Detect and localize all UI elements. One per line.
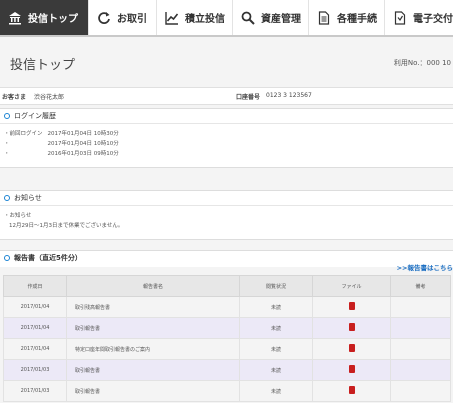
note-cell	[390, 380, 451, 402]
table-row: 2017/01/04 特定口座年間取引報告書のご案内 未読	[3, 338, 451, 360]
circle-bullet-icon	[4, 113, 10, 119]
status-cell: 未読	[239, 338, 313, 360]
column-header: ファイル	[312, 275, 391, 297]
customer-name-value: 渋谷花太郎	[34, 94, 65, 101]
tab-shisan[interactable]: 資産管理	[233, 0, 309, 35]
tab-torihiki[interactable]: お取引	[89, 0, 157, 35]
date-cell: 2017/01/03	[3, 380, 67, 402]
notice-heading: お知らせ	[14, 194, 42, 202]
reports-table: 作成日 報告書名 閲覧状況 ファイル 備考 2017/01/04 取引残高報告書…	[3, 275, 451, 402]
pdf-icon[interactable]	[348, 344, 355, 352]
tab-tetsuzuki[interactable]: 各種手続	[309, 0, 385, 35]
tab-tsumitate[interactable]: 積立投信	[157, 0, 233, 35]
date-cell: 2017/01/04	[3, 317, 67, 339]
pdf-icon[interactable]	[348, 365, 355, 373]
file-cell	[312, 296, 391, 318]
table-row: 2017/01/04 取引報告書 未読	[3, 317, 451, 339]
notice-panel: お知らせ ・お知らせ 12月29日〜1月3日まで休業でございません。	[0, 190, 453, 240]
customer-info-bar: お客さま 渋谷花太郎 口座番号 0123 3 123567	[0, 87, 453, 105]
tab-label: 資産管理	[261, 14, 301, 25]
reports-panel-header: 報告書（直近5件分）	[0, 250, 453, 267]
account-number-value: 0123 3 123567	[266, 92, 312, 99]
tab-label: 投信トップ	[28, 14, 78, 25]
notice-line: ・お知らせ	[4, 213, 32, 219]
tab-denshi[interactable]: 電子交付	[385, 0, 453, 35]
notice-line: 12月29日〜1月3日まで休業でございません。	[9, 223, 124, 229]
account-number-label: 口座番号	[236, 94, 261, 101]
report-name-cell: 取引報告書	[66, 359, 240, 381]
report-name-cell: 特定口座年間取引報告書のご案内	[66, 338, 240, 360]
circle-bullet-icon	[4, 195, 10, 201]
file-cell	[312, 359, 391, 381]
status-cell: 未読	[239, 317, 313, 339]
more-reports-link[interactable]: >>報告書はこちら	[397, 262, 453, 272]
note-cell	[390, 317, 451, 339]
tab-label: 各種手続	[337, 14, 377, 25]
pdf-icon[interactable]	[348, 386, 355, 394]
date-cell: 2017/01/04	[3, 338, 67, 360]
report-name-cell: 取引報告書	[66, 317, 240, 339]
login-history-header: ログイン履歴	[0, 109, 453, 124]
login-row: ・ 2017年01月04日 10時10分	[4, 141, 119, 147]
login-row: ・前回ログイン 2017年01月04日 10時30分	[4, 131, 119, 137]
bank-icon	[8, 11, 22, 25]
file-cell	[312, 317, 391, 339]
column-header: 作成日	[3, 275, 67, 297]
table-row: 2017/01/04 取引残高報告書 未読	[3, 296, 451, 318]
tab-toushin-top[interactable]: 投信トップ	[0, 0, 89, 35]
note-cell	[390, 296, 451, 318]
refresh-icon	[97, 11, 111, 25]
chart-icon	[165, 11, 179, 25]
file-cell	[312, 380, 391, 402]
login-history-panel: ログイン履歴 ・前回ログイン 2017年01月04日 10時30分 ・ 2017年0…	[0, 108, 453, 168]
table-row: 2017/01/03 取引報告書 未読	[3, 380, 451, 402]
notice-header: お知らせ	[0, 191, 453, 206]
status-cell: 未読	[239, 359, 313, 381]
column-header: 報告書名	[66, 275, 240, 297]
column-header: 備考	[390, 275, 451, 297]
report-name-cell: 取引残高報告書	[66, 296, 240, 318]
login-history-heading: ログイン履歴	[14, 112, 56, 120]
tab-label: 積立投信	[185, 14, 225, 25]
date-cell: 2017/01/03	[3, 359, 67, 381]
page-title: 投信トップ	[10, 58, 76, 73]
file-cell	[312, 338, 391, 360]
customer-name-label: お客さま	[2, 94, 27, 101]
table-row: 2017/01/03 取引報告書 未読	[3, 359, 451, 381]
status-cell: 未読	[239, 296, 313, 318]
column-header: 閲覧状況	[239, 275, 313, 297]
search-icon	[241, 11, 255, 25]
reports-heading: 報告書（直近5件分）	[14, 254, 82, 262]
login-row: ・ 2016年01月03日 09時10分	[4, 151, 119, 157]
circle-bullet-icon	[4, 255, 10, 261]
tab-label: お取引	[117, 14, 147, 25]
tab-label: 電子交付	[413, 14, 453, 25]
document-icon	[317, 10, 331, 25]
note-cell	[390, 359, 451, 381]
pdf-icon[interactable]	[348, 323, 355, 331]
report-name-cell: 取引報告書	[66, 380, 240, 402]
pdf-icon[interactable]	[348, 302, 355, 310]
note-cell	[390, 338, 451, 360]
document-icon	[393, 10, 407, 25]
date-cell: 2017/01/04	[3, 296, 67, 318]
user-number: 利用No.：000 10	[393, 59, 451, 67]
main-tab-bar: 投信トップ お取引 積立投信 資産管理 各種手続 電子交付	[0, 0, 453, 37]
status-cell: 未読	[239, 380, 313, 402]
